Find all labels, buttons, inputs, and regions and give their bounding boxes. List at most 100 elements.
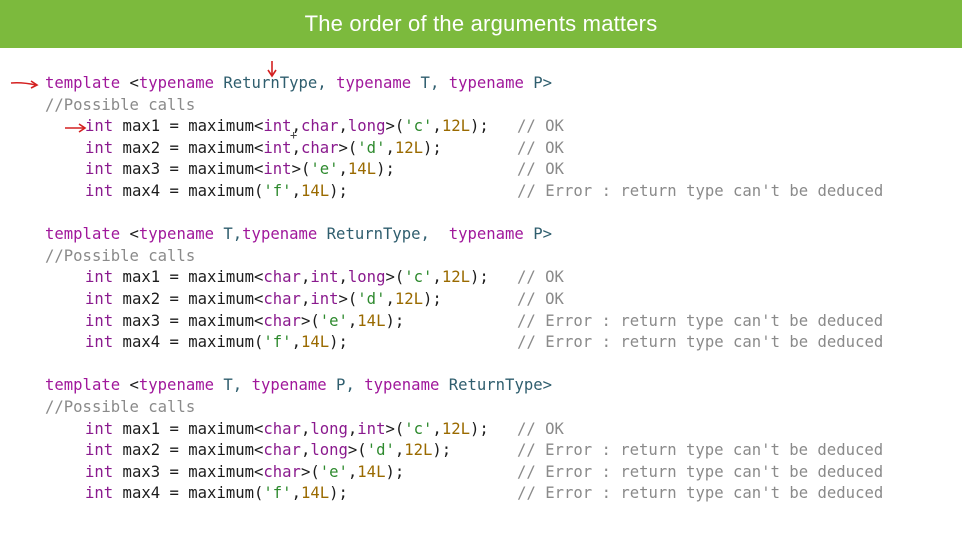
template-argument: int [357, 419, 386, 438]
return-type: int [85, 484, 114, 503]
comma: , [300, 419, 311, 438]
return-type: int [85, 333, 114, 352]
comma: , [432, 117, 442, 136]
paren: ); [423, 138, 442, 157]
call-argument: 'c' [404, 268, 433, 287]
template-keyword: template [45, 376, 121, 395]
paren: >( [300, 311, 320, 330]
template-declaration: template <typename T, typename P, typena… [45, 375, 883, 397]
comma: , [300, 268, 311, 287]
paren: ); [329, 333, 348, 352]
paren: ); [469, 117, 489, 136]
comma: , [347, 419, 358, 438]
call-argument: 14L [347, 160, 377, 179]
call-expression: max2 = maximum< [113, 441, 264, 460]
comma: , [338, 268, 348, 287]
comma: , [300, 441, 311, 460]
return-type: int [85, 268, 114, 287]
call-expression: max4 = maximum( [113, 181, 264, 200]
call-argument: 'f' [263, 484, 292, 503]
call-argument: 12L [394, 138, 424, 157]
call-argument: 'f' [263, 333, 292, 352]
call-argument: 'd' [357, 289, 386, 308]
paren: ); [329, 484, 348, 503]
template-bracket: < [120, 376, 139, 395]
template-argument: char [300, 117, 339, 136]
call-argument: 'e' [319, 462, 348, 481]
template-keyword: template [45, 225, 121, 244]
call-expression: max1 = maximum< [113, 268, 264, 287]
call-line: int max1 = maximum<char,int,long>('c',12… [45, 267, 883, 289]
comma: , [347, 462, 358, 481]
call-line: int max1 = maximum<char,long,int>('c',12… [45, 419, 883, 441]
call-argument: 14L [300, 484, 330, 503]
template-argument: long [347, 268, 386, 287]
call-argument: 'c' [404, 419, 433, 438]
call-argument: 12L [441, 419, 470, 438]
paren: ); [376, 160, 395, 179]
call-argument: 14L [300, 181, 330, 200]
paren: >( [385, 117, 405, 136]
paren: ); [385, 311, 405, 330]
return-type: int [85, 138, 114, 157]
result-comment: // OK [516, 117, 564, 136]
call-line: int max4 = maximum('f',14L); // Error : r… [45, 181, 883, 203]
code-listing: template <typename ReturnType, typename … [45, 73, 883, 505]
result-comment: // Error : return type can't be deduced [517, 181, 884, 200]
template-param: T, [214, 376, 252, 395]
call-argument: 12L [441, 268, 470, 287]
return-type: int [85, 419, 114, 438]
call-argument: 'f' [263, 181, 292, 200]
call-argument: 'e' [319, 311, 348, 330]
template-argument: char [263, 311, 301, 330]
result-comment: // OK [516, 419, 564, 438]
comma: , [385, 289, 395, 308]
call-line: int max3 = maximum<int>('e',14L);// OK [45, 159, 883, 181]
slide-title-bar: The order of the arguments matters [0, 0, 962, 48]
typename-keyword: typename [138, 74, 214, 92]
template-declaration: template <typename T,typename ReturnType… [45, 224, 883, 246]
template-argument: int [310, 268, 339, 287]
typename-keyword: typename [138, 376, 214, 395]
result-comment: // Error : return type can't be deduced [517, 311, 884, 330]
code-comment: //Possible calls [45, 246, 196, 265]
result-comment: // OK [516, 268, 564, 287]
typename-keyword: typename [251, 376, 327, 395]
comma: , [432, 419, 442, 438]
template-argument: int [310, 289, 339, 308]
template-bracket: < [120, 225, 139, 244]
comma: , [385, 138, 395, 157]
call-argument: 14L [300, 333, 330, 352]
result-comment: // Error : return type can't be deduced [517, 333, 884, 352]
right-arrow-icon [10, 80, 39, 89]
paren: ); [423, 289, 442, 308]
call-argument: 12L [441, 117, 470, 136]
call-argument: 12L [394, 289, 424, 308]
template-param: P> [523, 74, 553, 92]
template-keyword: template [45, 74, 121, 92]
call-expression: max2 = maximum< [113, 138, 264, 157]
comma: , [394, 441, 405, 460]
call-argument: 'd' [357, 138, 386, 157]
result-comment: // OK [517, 160, 564, 179]
comma: , [291, 333, 301, 352]
call-line: int max3 = maximum<char>('e',14L); // Err… [45, 462, 883, 484]
code-comment: //Possible calls [45, 95, 196, 114]
paren: >( [338, 138, 358, 157]
slide-title: The order of the arguments matters [304, 11, 658, 36]
call-line: int max4 = maximum('f',14L); // Error : r… [45, 483, 883, 505]
call-line: int max3 = maximum<char>('e',14L); // Err… [45, 311, 883, 333]
paren: ); [469, 419, 489, 438]
typename-keyword: typename [336, 74, 412, 92]
call-argument: 14L [357, 311, 386, 330]
template-argument: char [263, 289, 301, 308]
call-line: int max4 = maximum('f',14L); // Error : r… [45, 332, 883, 354]
typename-keyword: typename [448, 225, 524, 244]
call-argument: 'd' [366, 441, 395, 460]
result-comment: // Error : return type can't be deduced [517, 441, 884, 460]
result-comment: // Error : return type can't be deduced [517, 462, 884, 481]
paren: >( [385, 268, 405, 287]
call-expression: max3 = maximum< [113, 311, 264, 330]
